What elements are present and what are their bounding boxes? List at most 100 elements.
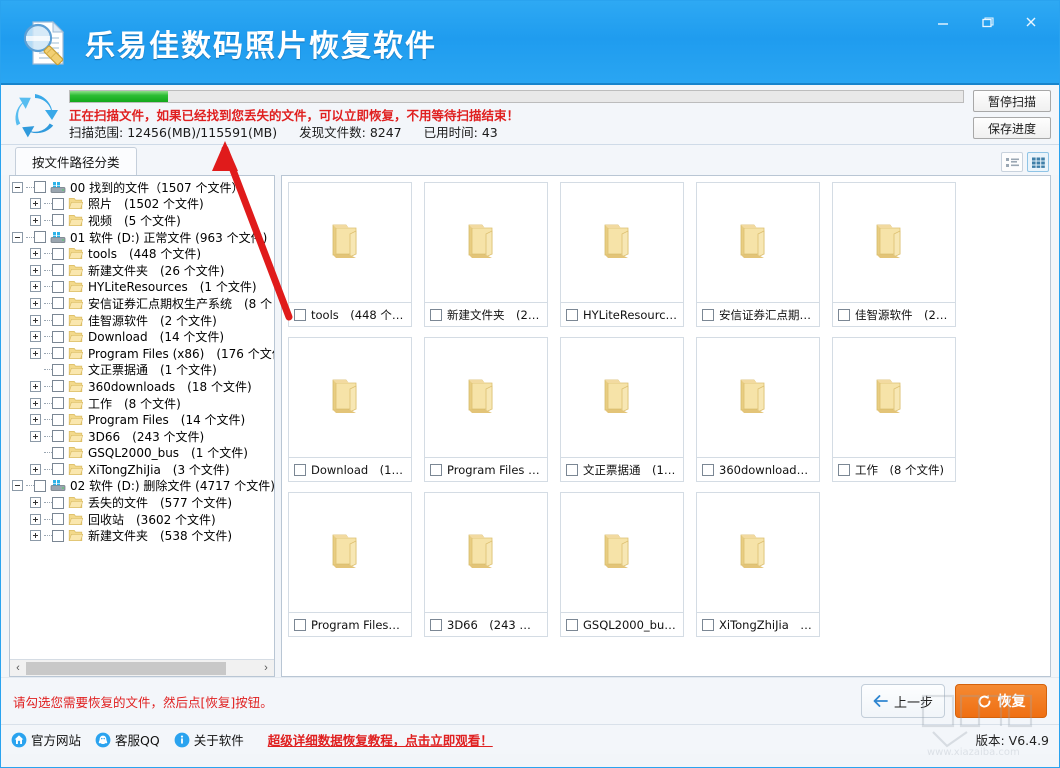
tree-node-checkbox[interactable] bbox=[34, 231, 46, 244]
expand-node-icon[interactable] bbox=[30, 281, 41, 293]
tree-node[interactable]: 工作 (8 个文件) bbox=[12, 395, 274, 412]
expand-node-icon[interactable] bbox=[30, 347, 41, 359]
tree-node-checkbox[interactable] bbox=[52, 529, 64, 542]
expand-node-icon[interactable] bbox=[30, 264, 41, 276]
scrollbar-thumb[interactable] bbox=[26, 661, 226, 675]
recover-button[interactable]: 恢复 bbox=[955, 684, 1047, 718]
tree-node-checkbox[interactable] bbox=[52, 214, 64, 227]
tree-node[interactable]: 02 软件 (D:) 删除文件 (4717 个文件) bbox=[12, 478, 274, 495]
folder-item-checkbox[interactable] bbox=[430, 618, 442, 631]
folder-item-checkbox[interactable] bbox=[702, 463, 714, 476]
tree-node-checkbox[interactable] bbox=[52, 264, 64, 277]
folder-item-checkbox[interactable] bbox=[838, 308, 850, 321]
tree-node-checkbox[interactable] bbox=[34, 181, 46, 194]
folder-item-checkbox[interactable] bbox=[430, 463, 442, 476]
expand-node-icon[interactable] bbox=[30, 397, 41, 409]
folder-item-checkbox[interactable] bbox=[566, 308, 578, 321]
minimize-button[interactable] bbox=[921, 7, 965, 37]
tree-node-checkbox[interactable] bbox=[52, 446, 64, 459]
tree-node[interactable]: 丢失的文件 (577 个文件) bbox=[12, 494, 274, 511]
folder-grid-item[interactable]: 360downloads (1… bbox=[696, 337, 820, 482]
expand-node-icon[interactable] bbox=[30, 248, 41, 260]
expand-node-icon[interactable] bbox=[30, 297, 41, 309]
maximize-button[interactable] bbox=[965, 7, 1009, 37]
folder-grid-item[interactable]: HYLiteResources … bbox=[560, 182, 684, 327]
expand-node-icon[interactable] bbox=[30, 331, 41, 343]
tree-node[interactable]: HYLiteResources (1 个文件) bbox=[12, 279, 274, 296]
expand-node-icon[interactable] bbox=[30, 513, 41, 525]
expand-node-icon[interactable] bbox=[30, 380, 41, 392]
tree-node-checkbox[interactable] bbox=[52, 380, 64, 393]
folder-grid-item[interactable]: 佳智源软件 (2 … bbox=[832, 182, 956, 327]
expand-node-icon[interactable] bbox=[30, 530, 41, 542]
folder-grid-item[interactable]: GSQL2000_bus (… bbox=[560, 492, 684, 637]
folder-grid-item[interactable]: 新建文件夹 (26 … bbox=[424, 182, 548, 327]
tree-node[interactable]: 安信证券汇点期权生产系统 (8 个 bbox=[12, 295, 274, 312]
expand-node-icon[interactable] bbox=[30, 314, 41, 326]
tree-node[interactable]: 文正票据通 (1 个文件) bbox=[12, 362, 274, 379]
folder-item-checkbox[interactable] bbox=[566, 463, 578, 476]
tree-node[interactable]: XiTongZhiJia (3 个文件) bbox=[12, 461, 274, 478]
file-tree[interactable]: 00 找到的文件（1507 个文件） 照片 (1502 个文件) 视频 (5 个文件… bbox=[10, 176, 274, 659]
tree-node[interactable]: 3D66 (243 个文件) bbox=[12, 428, 274, 445]
folder-grid-item[interactable]: Program Files (14… bbox=[288, 492, 412, 637]
pause-scan-button[interactable]: 暂停扫描 bbox=[973, 90, 1051, 112]
folder-item-checkbox[interactable] bbox=[294, 463, 306, 476]
tutorial-promo-link[interactable]: 超级详细数据恢复教程，点击立即观看！ bbox=[268, 730, 493, 749]
folder-item-checkbox[interactable] bbox=[838, 463, 850, 476]
tree-node-checkbox[interactable] bbox=[52, 363, 64, 376]
scrollbar-track[interactable] bbox=[26, 661, 258, 675]
folder-grid-item[interactable]: 3D66 (243 个文件) bbox=[424, 492, 548, 637]
scroll-left-arrow[interactable]: ‹ bbox=[10, 662, 26, 674]
tree-node-checkbox[interactable] bbox=[52, 463, 64, 476]
folder-grid-item[interactable]: tools (448 个文件) bbox=[288, 182, 412, 327]
tree-node-checkbox[interactable] bbox=[52, 314, 64, 327]
tree-node-checkbox[interactable] bbox=[52, 513, 64, 526]
collapse-node-icon[interactable] bbox=[12, 231, 23, 243]
tree-node[interactable]: 360downloads (18 个文件) bbox=[12, 378, 274, 395]
official-website-link[interactable]: 官方网站 bbox=[11, 730, 81, 749]
close-button[interactable] bbox=[1009, 7, 1053, 37]
folder-grid-item[interactable]: 文正票据通 (1 … bbox=[560, 337, 684, 482]
tree-horizontal-scrollbar[interactable]: ‹ › bbox=[10, 659, 274, 676]
folder-item-checkbox[interactable] bbox=[430, 308, 442, 321]
folder-grid-item[interactable]: Download (14 个… bbox=[288, 337, 412, 482]
tree-node[interactable]: 00 找到的文件（1507 个文件） bbox=[12, 179, 274, 196]
expand-node-icon[interactable] bbox=[30, 214, 41, 226]
tree-node-checkbox[interactable] bbox=[34, 479, 46, 492]
tree-node-checkbox[interactable] bbox=[52, 197, 64, 210]
tree-node[interactable]: 新建文件夹 (538 个文件) bbox=[12, 527, 274, 544]
tree-node-checkbox[interactable] bbox=[52, 247, 64, 260]
folder-item-checkbox[interactable] bbox=[294, 308, 306, 321]
folder-item-checkbox[interactable] bbox=[702, 618, 714, 631]
folder-item-checkbox[interactable] bbox=[702, 308, 714, 321]
collapse-node-icon[interactable] bbox=[12, 181, 23, 193]
list-view-button[interactable] bbox=[1001, 152, 1023, 172]
tree-node[interactable]: 照片 (1502 个文件) bbox=[12, 196, 274, 213]
tree-node-checkbox[interactable] bbox=[52, 347, 64, 360]
scroll-right-arrow[interactable]: › bbox=[258, 662, 274, 674]
customer-service-qq-link[interactable]: 客服QQ bbox=[95, 730, 160, 749]
tree-node[interactable]: tools (448 个文件) bbox=[12, 245, 274, 262]
folder-grid-item[interactable]: 工作 (8 个文件) bbox=[832, 337, 956, 482]
tree-node-checkbox[interactable] bbox=[52, 430, 64, 443]
tree-node-checkbox[interactable] bbox=[52, 297, 64, 310]
grid-view-button[interactable] bbox=[1027, 152, 1049, 172]
previous-step-button[interactable]: 上一步 bbox=[861, 684, 945, 718]
expand-node-icon[interactable] bbox=[30, 497, 41, 509]
tree-node-checkbox[interactable] bbox=[52, 330, 64, 343]
expand-node-icon[interactable] bbox=[30, 463, 41, 475]
about-software-link[interactable]: 关于软件 bbox=[174, 730, 244, 749]
folder-item-checkbox[interactable] bbox=[294, 618, 306, 631]
folder-grid-item[interactable]: XiTongZhiJia (3 … bbox=[696, 492, 820, 637]
tree-node[interactable]: 01 软件 (D:) 正常文件 (963 个文件) bbox=[12, 229, 274, 246]
save-progress-button[interactable]: 保存进度 bbox=[973, 117, 1051, 139]
tab-by-file-path[interactable]: 按文件路径分类 bbox=[15, 147, 137, 175]
tree-node[interactable]: 新建文件夹 (26 个文件) bbox=[12, 262, 274, 279]
expand-node-icon[interactable] bbox=[30, 414, 41, 426]
folder-item-checkbox[interactable] bbox=[566, 618, 578, 631]
collapse-node-icon[interactable] bbox=[12, 480, 23, 492]
tree-node[interactable]: Program Files (14 个文件) bbox=[12, 411, 274, 428]
tree-node[interactable]: Download (14 个文件) bbox=[12, 328, 274, 345]
expand-node-icon[interactable] bbox=[30, 430, 41, 442]
